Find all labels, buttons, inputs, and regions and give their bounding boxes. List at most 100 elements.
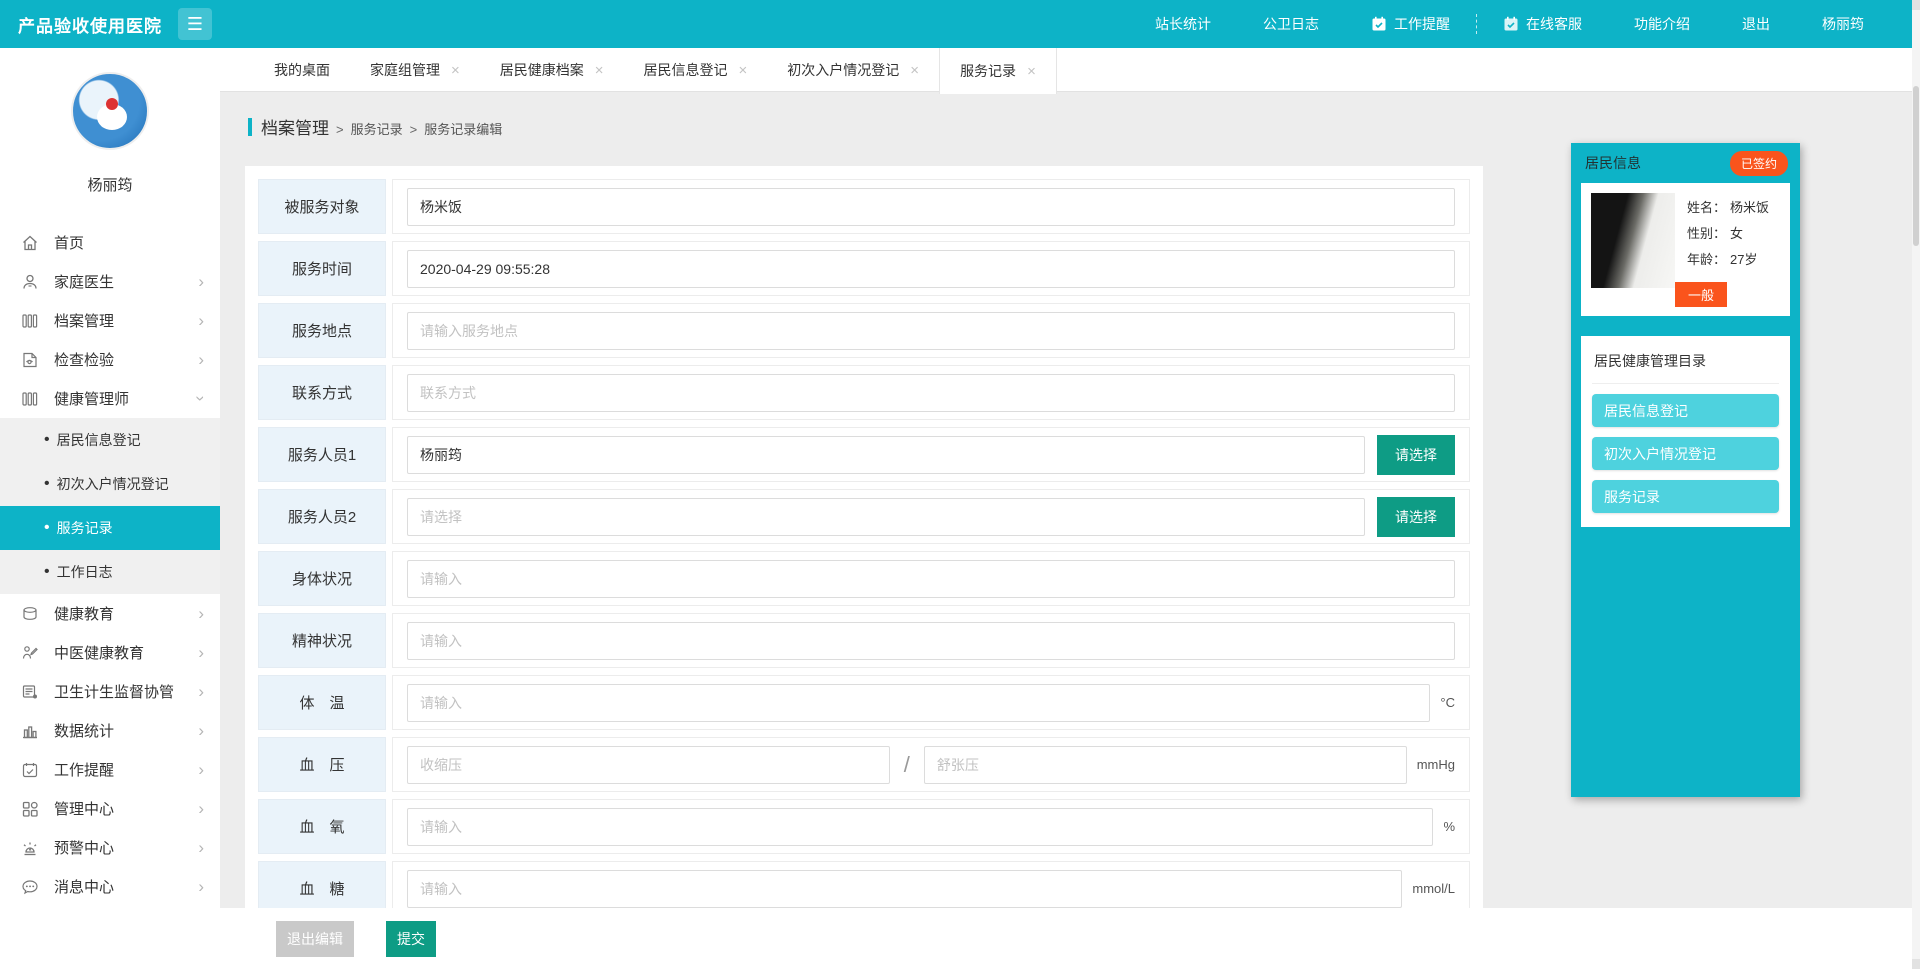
staff-2-input[interactable] — [407, 497, 1365, 536]
calendar-check-icon — [20, 760, 40, 780]
nav-public-health-log[interactable]: 公卫日志 — [1237, 14, 1345, 34]
scrollbar-thumb[interactable] — [1913, 86, 1919, 246]
staff-2-choose-button[interactable]: 请选择 — [1377, 496, 1455, 537]
form-row-staff-1: 服务人员1 请选择 — [258, 427, 1470, 482]
temperature-input[interactable] — [407, 683, 1431, 722]
service-location-input[interactable] — [407, 311, 1455, 350]
mental-condition-input[interactable] — [407, 621, 1455, 660]
catalog-button-resident-info[interactable]: 居民信息登记 — [1592, 394, 1779, 427]
chevron-right-icon: › — [198, 350, 204, 369]
nav-online-service[interactable]: 在线客服 — [1477, 14, 1608, 34]
scroll-down-arrow[interactable] — [1912, 959, 1920, 969]
catalog-button-first-visit[interactable]: 初次入户情况登记 — [1592, 437, 1779, 470]
systolic-input[interactable] — [407, 745, 890, 784]
scroll-up-arrow[interactable] — [1912, 0, 1920, 10]
topbar: 产品验收使用医院 ☰ 站长统计 公卫日志 工作提醒 在线客服 功能介绍 退出 杨… — [0, 0, 1920, 48]
sidebar-item-tcm-education[interactable]: 中医健康教育 › — [0, 633, 220, 672]
nav-site-stats[interactable]: 站长统计 — [1129, 14, 1237, 34]
monitor-gear-icon — [20, 682, 40, 702]
tab-first-visit[interactable]: 初次入户情况登记 × — [767, 48, 939, 92]
chevron-right-icon: › — [198, 682, 204, 701]
tab-service-record[interactable]: 服务记录 × — [939, 48, 1057, 94]
tab-my-desktop[interactable]: 我的桌面 — [254, 48, 350, 92]
service-time-input[interactable] — [407, 249, 1455, 288]
sidebar-item-archive-management[interactable]: 档案管理 › — [0, 301, 220, 340]
form-row-physical-condition: 身体状况 — [258, 551, 1470, 606]
breadcrumb-root: 档案管理 — [261, 119, 329, 138]
resident-card-header: 居民信息 已签约 — [1571, 143, 1800, 183]
submenu-item-resident-info[interactable]: • 居民信息登记 — [0, 418, 220, 462]
catalog-button-service-record[interactable]: 服务记录 — [1592, 480, 1779, 513]
chevron-down-icon: › — [191, 395, 211, 402]
nav-current-user[interactable]: 杨丽筠 — [1796, 14, 1890, 34]
staff-1-input[interactable] — [407, 435, 1365, 474]
books-icon — [20, 389, 40, 409]
topbar-nav: 站长统计 公卫日志 工作提醒 在线客服 功能介绍 退出 杨丽筠 — [1129, 14, 1890, 34]
contact-input[interactable] — [407, 373, 1455, 412]
sidebar-item-message-center[interactable]: 消息中心 › — [0, 867, 220, 906]
user-avatar[interactable] — [71, 72, 149, 150]
resident-basic-info: 姓名： 杨米饭 性别：女 年龄： 27岁 一般 — [1581, 183, 1790, 316]
staff-1-choose-button[interactable]: 请选择 — [1377, 434, 1455, 475]
blood-oxygen-input[interactable] — [407, 807, 1434, 846]
bullet-icon: • — [44, 431, 50, 448]
submenu-item-first-visit[interactable]: • 初次入户情况登记 — [0, 462, 220, 506]
home-icon — [20, 233, 40, 253]
form-row-service-location: 服务地点 — [258, 303, 1470, 358]
sidebar-item-home[interactable]: 首页 — [0, 223, 220, 262]
close-icon[interactable]: × — [595, 62, 604, 79]
close-icon[interactable]: × — [910, 62, 919, 79]
bar-chart-icon — [20, 721, 40, 741]
exit-edit-button[interactable]: 退出编辑 — [276, 920, 354, 957]
chevron-right-icon: › — [198, 721, 204, 740]
chevron-right-icon: › — [198, 643, 204, 662]
sidebar-username: 杨丽筠 — [87, 177, 133, 194]
submenu-item-work-log[interactable]: • 工作日志 — [0, 550, 220, 594]
submit-button[interactable]: 提交 — [386, 920, 436, 957]
chevron-right-icon: › — [198, 311, 204, 330]
nav-logout[interactable]: 退出 — [1716, 14, 1796, 34]
resident-card-title: 居民信息 — [1585, 155, 1641, 171]
breadcrumb: 档案管理 > 服务记录 > 服务记录编辑 — [248, 114, 502, 139]
blood-pressure-unit: mmHg — [1416, 757, 1455, 772]
crowd-level-badge: 一般 — [1675, 282, 1728, 307]
sidebar-item-work-reminder[interactable]: 工作提醒 › — [0, 750, 220, 789]
sidebar-item-alert-center[interactable]: 预警中心 › — [0, 828, 220, 867]
sidebar-item-data-statistics[interactable]: 数据统计 › — [0, 711, 220, 750]
sidebar-menu: 首页 家庭医生 › 档案管理 › 检查检验 › 健康管理师 › • 居民信息登记… — [0, 223, 220, 906]
vertical-scrollbar[interactable] — [1912, 0, 1920, 969]
chevron-right-icon: › — [198, 877, 204, 896]
sidebar-item-health-manager[interactable]: 健康管理师 › — [0, 379, 220, 418]
main-area: 我的桌面 家庭组管理 × 居民健康档案 × 居民信息登记 × 初次入户情况登记 … — [220, 48, 1920, 969]
drum-icon — [20, 604, 40, 624]
nav-feature-intro[interactable]: 功能介绍 — [1608, 14, 1716, 34]
tab-family-group[interactable]: 家庭组管理 × — [350, 48, 480, 92]
tab-resident-health-archive[interactable]: 居民健康档案 × — [480, 48, 624, 92]
app-title: 产品验收使用医院 — [18, 16, 162, 36]
sidebar-item-health-education[interactable]: 健康教育 › — [0, 594, 220, 633]
form-row-service-time: 服务时间 — [258, 241, 1470, 296]
hamburger-menu-button[interactable]: ☰ — [178, 8, 212, 40]
breadcrumb-item: 服务记录 — [350, 122, 403, 137]
nav-work-reminder[interactable]: 工作提醒 — [1345, 14, 1476, 34]
service-target-input[interactable] — [407, 187, 1455, 226]
sidebar-item-family-doctor[interactable]: 家庭医生 › — [0, 262, 220, 301]
submenu-item-service-record[interactable]: • 服务记录 — [0, 506, 220, 550]
sidebar-item-admin-center[interactable]: 管理中心 › — [0, 789, 220, 828]
tab-resident-info[interactable]: 居民信息登记 × — [624, 48, 768, 92]
form-footer: 退出编辑 提交 — [220, 908, 1920, 969]
diastolic-input[interactable] — [923, 745, 1407, 784]
resident-age-field: 年龄： 27岁 — [1687, 252, 1758, 267]
sidebar-item-sanitation-supervision[interactable]: 卫生计生监督协管 › — [0, 672, 220, 711]
sidebar-item-inspection[interactable]: 检查检验 › — [0, 340, 220, 379]
blood-sugar-input[interactable] — [407, 869, 1403, 908]
physical-condition-input[interactable] — [407, 559, 1455, 598]
close-icon[interactable]: × — [451, 62, 460, 79]
chevron-right-icon: › — [198, 604, 204, 623]
calendar-icon — [1371, 16, 1387, 32]
close-icon[interactable]: × — [739, 62, 748, 79]
chevron-right-icon: › — [198, 272, 204, 291]
close-icon[interactable]: × — [1027, 63, 1036, 80]
person-edit-icon — [20, 643, 40, 663]
bullet-icon: • — [44, 519, 50, 536]
